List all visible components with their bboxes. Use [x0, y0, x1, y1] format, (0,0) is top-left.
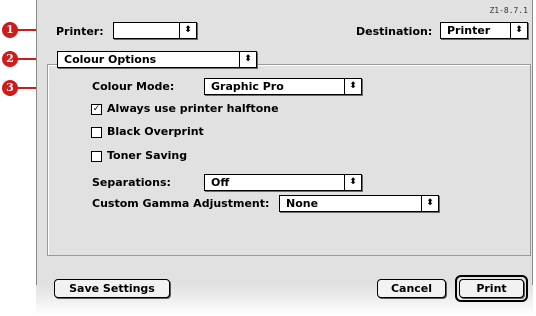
- save-settings-button[interactable]: Save Settings: [54, 279, 170, 298]
- print-button[interactable]: Print: [459, 279, 524, 298]
- popup-arrows-icon: ⬍: [344, 175, 361, 190]
- panel-value: Colour Options: [64, 53, 157, 66]
- callout-1: 1: [2, 22, 18, 38]
- printer-label: Printer:: [56, 25, 104, 38]
- separations-popup[interactable]: Off ⬍: [204, 174, 362, 191]
- destination-label: Destination:: [356, 25, 433, 38]
- separations-value: Off: [211, 176, 230, 189]
- panel-popup[interactable]: Colour Options ⬍: [57, 51, 257, 68]
- cancel-button[interactable]: Cancel: [377, 279, 446, 298]
- printer-popup[interactable]: ⬍: [113, 22, 197, 39]
- gamma-popup[interactable]: None ⬍: [279, 195, 439, 212]
- destination-popup[interactable]: Printer ⬍: [440, 22, 528, 39]
- separations-label: Separations:: [92, 176, 171, 189]
- popup-arrows-icon: ⬍: [344, 79, 361, 94]
- callout-2: 2: [2, 51, 18, 67]
- destination-value: Printer: [447, 24, 491, 37]
- toner-saving-checkbox[interactable]: [91, 151, 102, 162]
- popup-arrows-icon: ⬍: [179, 23, 196, 38]
- black-overprint-label: Black Overprint: [107, 125, 204, 138]
- black-overprint-checkbox[interactable]: [91, 127, 102, 138]
- toner-saving-label: Toner Saving: [107, 149, 188, 162]
- halftone-checkbox[interactable]: ✓: [91, 104, 102, 115]
- colour-mode-value: Graphic Pro: [211, 80, 284, 93]
- colour-mode-popup[interactable]: Graphic Pro ⬍: [204, 78, 362, 95]
- popup-arrows-icon: ⬍: [510, 23, 527, 38]
- version-label: Z1-8.7.1: [489, 6, 528, 15]
- gamma-label: Custom Gamma Adjustment:: [92, 197, 270, 210]
- popup-arrows-icon: ⬍: [239, 52, 256, 67]
- colour-mode-label: Colour Mode:: [92, 80, 175, 93]
- gamma-value: None: [286, 197, 319, 210]
- halftone-label: Always use printer halftone: [107, 102, 279, 115]
- popup-arrows-icon: ⬍: [421, 196, 438, 211]
- callout-3: 3: [2, 80, 18, 96]
